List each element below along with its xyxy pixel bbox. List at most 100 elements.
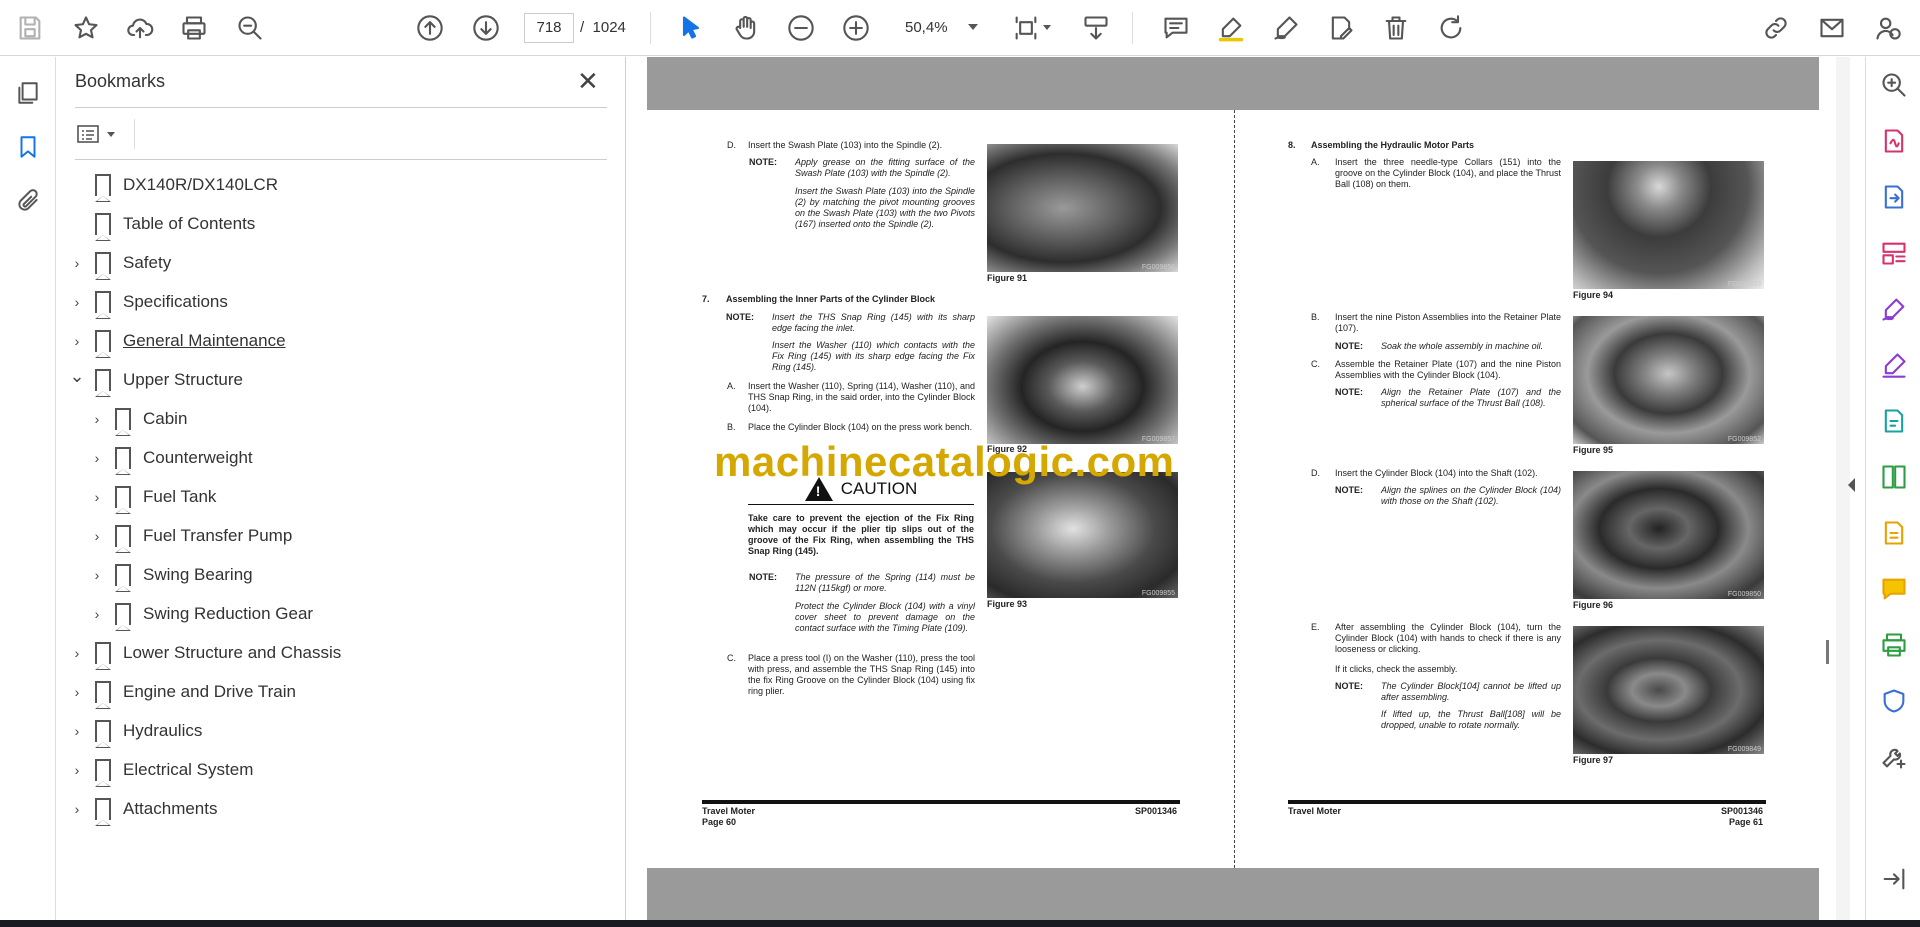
save-icon[interactable] [12,10,48,46]
bookmark-label: DX140R/DX140LCR [123,175,278,194]
step-letter: B. [727,422,736,432]
export-pdf-icon[interactable] [1878,181,1910,213]
comment-tool-icon[interactable] [1878,573,1910,605]
note-text: The Cylinder Block[104] cannot be lifted… [1381,681,1561,702]
chevron-right-icon[interactable]: › [87,528,107,544]
delete-trash-icon[interactable] [1378,10,1414,46]
chevron-right-icon[interactable]: › [87,450,107,466]
note-text: Insert the Swash Plate (103) into the Sp… [795,186,975,229]
bookmark-item[interactable]: ⌄ Upper Structure [67,365,243,397]
zoom-out-icon[interactable] [783,10,819,46]
account-help-icon[interactable] [1870,10,1906,46]
bookmark-item[interactable]: › Swing Bearing [87,560,253,592]
draw-sign-icon[interactable] [1268,10,1304,46]
highlight-pen-icon[interactable] [1213,10,1249,46]
more-tools-icon[interactable] [1878,741,1910,773]
combine-files-icon[interactable] [1878,517,1910,549]
select-cursor-icon[interactable] [673,10,709,46]
page-thumbnails-icon[interactable] [12,77,44,109]
previous-page-icon[interactable] [412,10,448,46]
bookmark-item[interactable]: › Hydraulics [67,716,202,748]
collapse-tools-arrow-icon[interactable] [1848,478,1855,492]
step-letter: C. [1311,359,1320,369]
share-link-icon[interactable] [1758,10,1794,46]
chevron-right-icon[interactable]: › [87,567,107,583]
bookmark-item[interactable]: › General Maintenance [67,326,286,358]
bookmark-item[interactable]: › Electrical System [67,755,254,787]
zoom-in-icon[interactable] [838,10,874,46]
bookmark-label: Swing Reduction Gear [143,604,314,623]
bookmark-item[interactable]: DX140R/DX140LCR [67,170,278,202]
bookmark-icon [95,681,111,709]
edit-text-icon[interactable] [1323,10,1359,46]
print-icon[interactable] [176,10,212,46]
divider [75,159,607,160]
bookmark-item[interactable]: › Safety [67,248,171,280]
chevron-right-icon[interactable]: › [67,294,87,310]
bookmark-item[interactable]: › Fuel Tank [87,482,216,514]
rotate-redo-icon[interactable] [1433,10,1469,46]
chevron-right-icon[interactable]: › [67,255,87,271]
bookmark-label: Electrical System [123,760,254,779]
scroll-mode-icon[interactable] [1078,10,1114,46]
find-zoom-icon[interactable] [232,10,268,46]
chevron-down-icon[interactable]: ⌄ [67,366,87,387]
bookmark-icon [95,291,111,319]
send-for-signature-icon[interactable] [1878,405,1910,437]
bookmark-icon [95,174,111,202]
bookmarks-icon[interactable] [12,131,44,163]
step-letter: A. [727,381,736,391]
email-icon[interactable] [1814,10,1850,46]
bookmark-item[interactable]: › Swing Reduction Gear [87,599,314,631]
bookmark-item[interactable]: Table of Contents [67,209,255,241]
create-pdf-icon[interactable] [1878,125,1910,157]
bookmark-item[interactable]: › Lower Structure and Chassis [67,638,341,670]
chevron-right-icon[interactable]: › [67,762,87,778]
chevron-right-icon[interactable]: › [67,333,87,349]
step-letter: E. [1311,622,1320,632]
bookmark-options-button[interactable] [75,119,125,149]
fill-sign-icon[interactable] [1878,293,1910,325]
bookmark-item[interactable]: › Cabin [87,404,187,436]
page-fit-icon[interactable] [1008,10,1044,46]
bookmark-icon [115,447,131,475]
scrollbar-thumb[interactable] [1826,640,1829,664]
bookmark-item[interactable]: › Fuel Transfer Pump [87,521,293,553]
expand-panel-icon[interactable] [1878,863,1910,895]
star-icon[interactable] [68,10,104,46]
bookmark-item[interactable]: › Engine and Drive Train [67,677,296,709]
chevron-down-icon[interactable] [968,24,978,30]
chevron-right-icon[interactable]: › [67,723,87,739]
bookmark-label: Engine and Drive Train [123,682,296,701]
chevron-right-icon[interactable]: › [87,606,107,622]
note-label: NOTE: [1335,341,1363,351]
protect-shield-icon[interactable] [1878,685,1910,717]
bookmark-item[interactable]: › Counterweight [87,443,253,475]
chevron-right-icon[interactable]: › [67,645,87,661]
note-text: Align the Retainer Plate (107) and the s… [1381,387,1561,408]
print-production-icon[interactable] [1878,629,1910,661]
compare-files-icon[interactable] [1878,461,1910,493]
bookmark-label: Swing Bearing [143,565,253,584]
chevron-right-icon[interactable]: › [67,801,87,817]
bookmark-icon [95,720,111,748]
bookmark-icon [115,603,131,631]
next-page-icon[interactable] [468,10,504,46]
attachments-paperclip-icon[interactable] [12,185,44,217]
bookmark-label: Fuel Transfer Pump [143,526,293,545]
close-icon[interactable]: ✕ [577,68,599,94]
chevron-down-icon[interactable] [1043,25,1051,30]
zoom-search-icon[interactable] [1878,69,1910,101]
chevron-right-icon[interactable]: › [87,411,107,427]
bookmark-label: Counterweight [143,448,253,467]
edit-pdf-icon[interactable] [1878,349,1910,381]
chevron-right-icon[interactable]: › [67,684,87,700]
hand-tool-icon[interactable] [728,10,764,46]
organize-pages-icon[interactable] [1878,237,1910,269]
bookmark-item[interactable]: › Specifications [67,287,228,319]
bookmark-item[interactable]: › Attachments [67,794,218,826]
page-number-input[interactable]: 718 [524,13,574,43]
chevron-right-icon[interactable]: › [87,489,107,505]
upload-cloud-icon[interactable] [122,10,158,46]
comment-icon[interactable] [1158,10,1194,46]
